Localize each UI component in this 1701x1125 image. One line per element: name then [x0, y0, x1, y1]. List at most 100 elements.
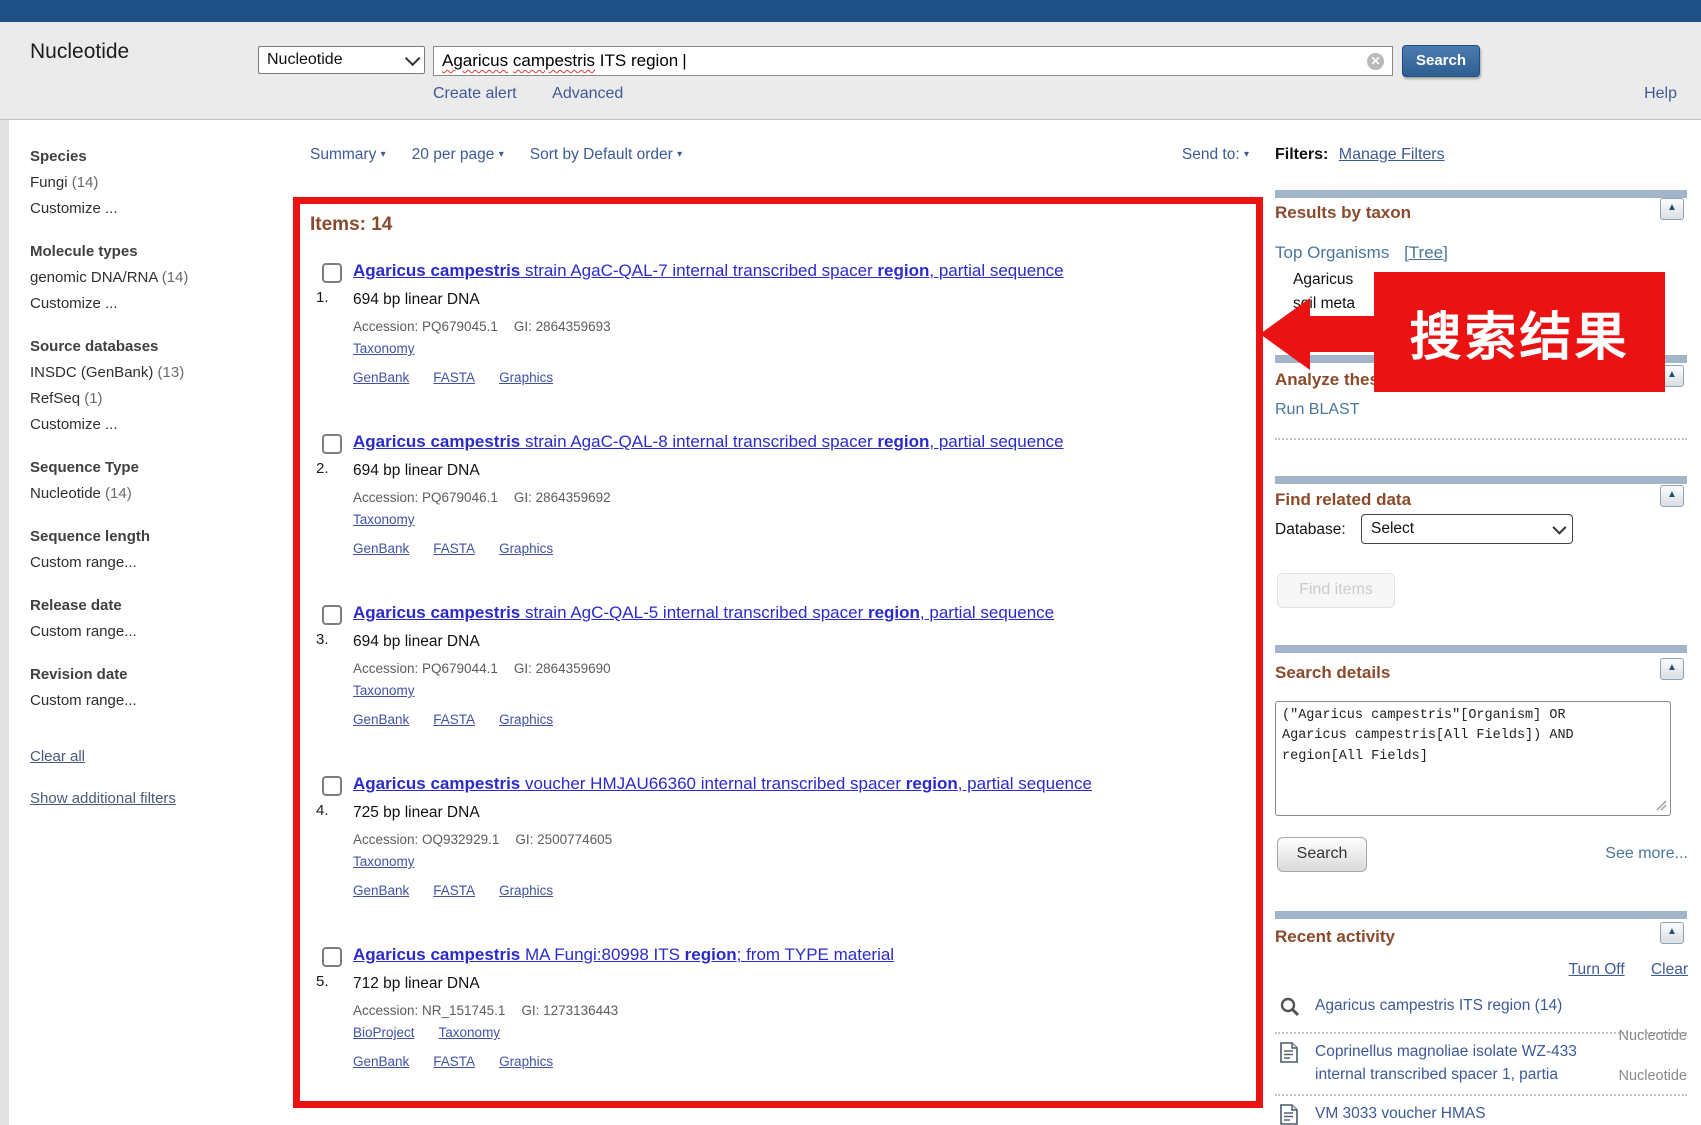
fasta-link[interactable]: FASTA: [433, 541, 475, 556]
search-button[interactable]: Search: [1402, 45, 1480, 77]
recent-activity-controls: Turn Off Clear: [1547, 961, 1688, 979]
search-input-value: Agaricus campestris ITS region: [442, 51, 678, 71]
result-links-row: Taxonomy: [353, 341, 1250, 356]
top-blue-bar: [0, 0, 1701, 22]
sidebar-filter-item[interactable]: Customize ...: [30, 291, 275, 317]
triangle-down-icon: ▾: [499, 149, 504, 160]
clear-all-link[interactable]: Clear all: [30, 744, 275, 770]
collapse-button[interactable]: ▲: [1660, 198, 1684, 220]
genbank-link[interactable]: GenBank: [353, 1054, 409, 1069]
sidebar-filter-item[interactable]: Customize ...: [30, 196, 275, 222]
accession-value: Accession: PQ679046.1: [353, 490, 498, 505]
turn-off-link[interactable]: Turn Off: [1569, 961, 1625, 978]
section-divider: [1275, 190, 1687, 198]
collapse-button[interactable]: ▲: [1660, 658, 1684, 680]
fasta-link[interactable]: FASTA: [433, 712, 475, 727]
sidebar-filter-item[interactable]: INSDC (GenBank) (13): [30, 360, 275, 386]
recent-item-link[interactable]: VM 3033 voucher HMAS: [1315, 1102, 1687, 1125]
organism-item[interactable]: soil meta: [1293, 295, 1355, 313]
taxonomy-link[interactable]: Taxonomy: [439, 1025, 501, 1040]
sidebar-section-heading: Release date: [30, 593, 275, 619]
result-title-link[interactable]: Agaricus campestris strain AgaC-QAL-7 in…: [353, 260, 1250, 282]
result-item: 5. Agaricus campestris MA Fungi:80998 IT…: [300, 944, 1250, 1089]
search-details-textarea[interactable]: ("Agaricus campestris"[Organism] OR Agar…: [1275, 701, 1671, 816]
manage-filters-link[interactable]: Manage Filters: [1339, 146, 1445, 163]
result-title-link[interactable]: Agaricus campestris voucher HMJAU66360 i…: [353, 773, 1250, 795]
genbank-link[interactable]: GenBank: [353, 541, 409, 556]
results-toolbar: Summary ▾ 20 per page ▾ Sort by Default …: [310, 146, 1255, 164]
fasta-link[interactable]: FASTA: [433, 370, 475, 385]
sidebar-filter-item[interactable]: genomic DNA/RNA (14): [30, 265, 275, 291]
create-alert-link[interactable]: Create alert: [433, 85, 517, 102]
sidebar-filter-item[interactable]: Customize ...: [30, 412, 275, 438]
collapse-button[interactable]: ▲: [1660, 485, 1684, 507]
result-checkbox[interactable]: [322, 947, 342, 967]
taxonomy-link[interactable]: Taxonomy: [353, 854, 415, 869]
sidebar-section: Sequence length Custom range...: [30, 524, 275, 576]
find-items-button[interactable]: Find items: [1277, 573, 1395, 608]
result-checkbox[interactable]: [322, 776, 342, 796]
result-checkbox[interactable]: [322, 605, 342, 625]
result-accession: Accession: PQ679046.1GI: 2864359692: [353, 490, 1250, 505]
genbank-link[interactable]: GenBank: [353, 883, 409, 898]
result-title-link[interactable]: Agaricus campestris strain AgC-QAL-5 int…: [353, 602, 1250, 624]
graphics-link[interactable]: Graphics: [499, 541, 553, 556]
result-title-link[interactable]: Agaricus campestris strain AgaC-QAL-8 in…: [353, 431, 1250, 453]
collapse-button[interactable]: ▲: [1660, 365, 1684, 387]
sidebar-filter-item[interactable]: Custom range...: [30, 688, 275, 714]
per-page-dropdown[interactable]: 20 per page ▾: [412, 146, 504, 164]
result-title-link[interactable]: Agaricus campestris MA Fungi:80998 ITS r…: [353, 944, 1250, 966]
accession-value: Accession: PQ679044.1: [353, 661, 498, 676]
clear-link[interactable]: Clear: [1651, 961, 1688, 978]
triangle-down-icon: ▾: [677, 149, 682, 160]
taxonomy-link[interactable]: Taxonomy: [353, 683, 415, 698]
taxonomy-link[interactable]: Taxonomy: [353, 512, 415, 527]
result-meta: 694 bp linear DNA: [353, 291, 1250, 309]
sidebar-filter-item[interactable]: Nucleotide (14): [30, 481, 275, 507]
organism-item[interactable]: Agaricus: [1293, 271, 1353, 289]
taxonomy-link[interactable]: Taxonomy: [353, 341, 415, 356]
accession-value: Accession: PQ679045.1: [353, 319, 498, 334]
summary-dropdown[interactable]: Summary ▾: [310, 146, 386, 164]
graphics-link[interactable]: Graphics: [499, 712, 553, 727]
genbank-link[interactable]: GenBank: [353, 712, 409, 727]
sidebar-filter-item[interactable]: Fungi (14): [30, 170, 275, 196]
collapse-button[interactable]: ▲: [1660, 922, 1684, 944]
show-additional-filters-link[interactable]: Show additional filters: [30, 786, 275, 812]
bioproject-link[interactable]: BioProject: [353, 1025, 415, 1040]
recent-item-icon: [1279, 1104, 1299, 1125]
sidebar-filter-item[interactable]: Custom range...: [30, 550, 275, 576]
sidebar-filter-item[interactable]: RefSeq (1): [30, 386, 275, 412]
search-word: region: [631, 51, 678, 70]
clear-search-icon[interactable]: ✕: [1367, 53, 1384, 70]
result-number: 3.: [316, 631, 329, 648]
results-list: 1. Agaricus campestris strain AgaC-QAL-7…: [300, 260, 1250, 1115]
triangle-down-icon: ▾: [1244, 149, 1249, 160]
graphics-link[interactable]: Graphics: [499, 370, 553, 385]
search-details-search-button[interactable]: Search: [1277, 837, 1367, 872]
genbank-link[interactable]: GenBank: [353, 370, 409, 385]
search-input[interactable]: Agaricus campestris ITS region | ✕: [433, 46, 1393, 76]
result-checkbox[interactable]: [322, 434, 342, 454]
resize-handle-icon[interactable]: [1655, 799, 1667, 811]
sort-dropdown[interactable]: Sort by Default order ▾: [530, 146, 682, 164]
graphics-link[interactable]: Graphics: [499, 1054, 553, 1069]
result-checkbox[interactable]: [322, 263, 342, 283]
database-select[interactable]: Nucleotide: [258, 46, 425, 74]
run-blast-link[interactable]: Run BLAST: [1275, 401, 1359, 419]
advanced-link[interactable]: Advanced: [552, 85, 623, 102]
fasta-link[interactable]: FASTA: [433, 1054, 475, 1069]
graphics-link[interactable]: Graphics: [499, 883, 553, 898]
result-links-row: GenBank FASTA Graphics: [353, 541, 1250, 556]
text-caret: |: [682, 51, 686, 71]
help-link[interactable]: Help: [1644, 85, 1677, 103]
tree-link[interactable]: [Tree]: [1404, 243, 1448, 262]
related-database-select[interactable]: Select: [1361, 514, 1573, 544]
recent-item-icon: [1279, 996, 1301, 1023]
send-to-dropdown[interactable]: Send to: ▾: [1182, 146, 1249, 164]
recent-item-db-badge: Nucleotide: [1618, 1068, 1687, 1084]
fasta-link[interactable]: FASTA: [433, 883, 475, 898]
recent-item-link[interactable]: Agaricus campestris ITS region (14): [1315, 994, 1687, 1017]
see-more-link[interactable]: See more...: [1605, 845, 1688, 863]
sidebar-filter-item[interactable]: Custom range...: [30, 619, 275, 645]
